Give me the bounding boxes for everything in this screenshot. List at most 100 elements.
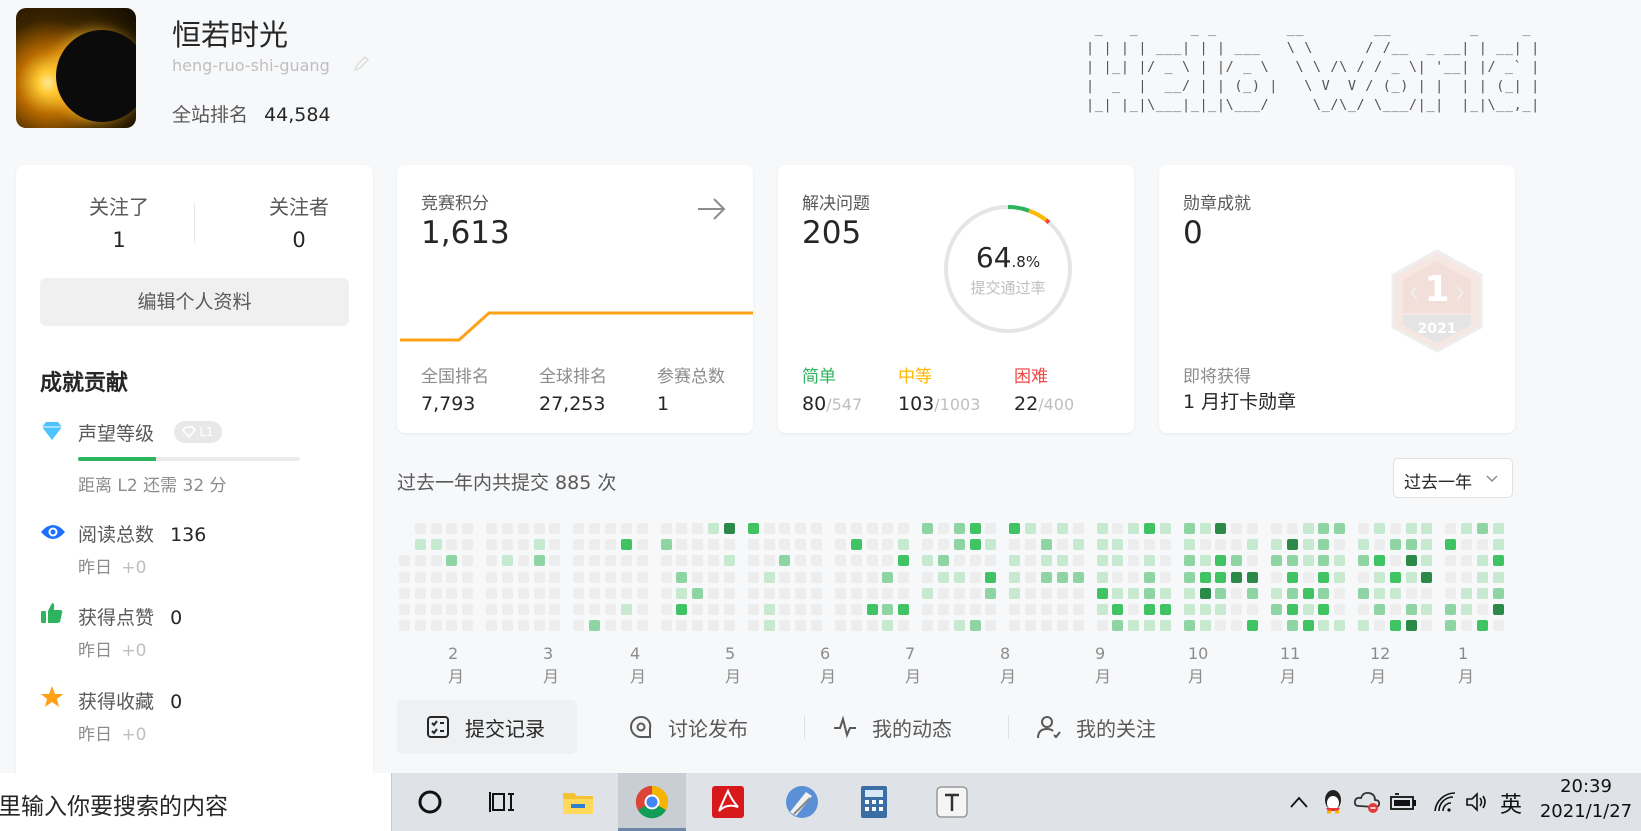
heatmap-cell[interactable] bbox=[882, 571, 894, 583]
heatmap-cell[interactable] bbox=[850, 539, 862, 551]
heatmap-cell[interactable] bbox=[763, 604, 775, 615]
heatmap-cell[interactable] bbox=[1215, 604, 1227, 615]
heatmap-cell[interactable] bbox=[1009, 587, 1021, 599]
heatmap-cell[interactable] bbox=[795, 604, 807, 615]
heatmap-cell[interactable] bbox=[605, 539, 616, 551]
heatmap-cell[interactable] bbox=[1358, 539, 1370, 551]
heatmap-cell[interactable] bbox=[1445, 539, 1457, 551]
heatmap-cell[interactable] bbox=[605, 555, 616, 567]
heatmap-cell[interactable] bbox=[1286, 620, 1298, 632]
heatmap-cell[interactable] bbox=[795, 539, 807, 551]
show-hidden-icons-chevron[interactable] bbox=[1284, 784, 1314, 820]
heatmap-cell[interactable] bbox=[1056, 604, 1068, 615]
heatmap-cell[interactable] bbox=[1056, 620, 1068, 632]
heatmap-cell[interactable] bbox=[1056, 587, 1068, 599]
heatmap-cell[interactable] bbox=[1247, 587, 1258, 599]
heatmap-cell[interactable] bbox=[1072, 539, 1084, 551]
heatmap-cell[interactable] bbox=[1302, 587, 1314, 599]
heatmap-cell[interactable] bbox=[446, 571, 458, 583]
heatmap-cell[interactable] bbox=[922, 604, 934, 615]
heatmap-cell[interactable] bbox=[605, 620, 616, 632]
heatmap-cell[interactable] bbox=[1199, 604, 1211, 615]
heatmap-cell[interactable] bbox=[938, 555, 949, 567]
avatar[interactable] bbox=[16, 8, 136, 128]
qq-tray-icon[interactable] bbox=[1318, 784, 1348, 820]
heatmap-cell[interactable] bbox=[1461, 539, 1473, 551]
edit-name-icon[interactable] bbox=[352, 54, 372, 74]
heatmap-cell[interactable] bbox=[1009, 539, 1021, 551]
heatmap-cell[interactable] bbox=[779, 604, 791, 615]
heatmap-cell[interactable] bbox=[1159, 555, 1171, 567]
heatmap-cell[interactable] bbox=[747, 539, 759, 551]
heatmap-cell[interactable] bbox=[589, 555, 601, 567]
heatmap-cell[interactable] bbox=[573, 539, 585, 551]
heatmap-cell[interactable] bbox=[811, 555, 822, 567]
heatmap-cell[interactable] bbox=[779, 620, 791, 632]
heatmap-cell[interactable] bbox=[747, 587, 759, 599]
heatmap-cell[interactable] bbox=[866, 604, 878, 615]
heatmap-cell[interactable] bbox=[1199, 555, 1211, 567]
heatmap-cell[interactable] bbox=[1128, 587, 1140, 599]
heatmap-cell[interactable] bbox=[636, 604, 648, 615]
heatmap-cell[interactable] bbox=[533, 523, 545, 534]
heatmap-cell[interactable] bbox=[811, 523, 822, 534]
heatmap-cell[interactable] bbox=[517, 555, 529, 567]
heatmap-cell[interactable] bbox=[1445, 555, 1457, 567]
heatmap-cell[interactable] bbox=[1445, 620, 1457, 632]
heatmap-cell[interactable] bbox=[779, 539, 791, 551]
heatmap-cell[interactable] bbox=[573, 620, 585, 632]
edit-profile-button[interactable]: 编辑个人资料 bbox=[40, 278, 349, 326]
heatmap-cell[interactable] bbox=[882, 539, 894, 551]
heatmap-cell[interactable] bbox=[1199, 539, 1211, 551]
heatmap-cell[interactable] bbox=[462, 555, 474, 567]
heatmap-cell[interactable] bbox=[1112, 539, 1124, 551]
heatmap-cell[interactable] bbox=[1421, 555, 1433, 567]
heatmap-cell[interactable] bbox=[985, 555, 997, 567]
heatmap-cell[interactable] bbox=[1231, 620, 1243, 632]
heatmap-cell[interactable] bbox=[1096, 604, 1108, 615]
heatmap-cell[interactable] bbox=[1159, 604, 1171, 615]
heatmap-cell[interactable] bbox=[692, 539, 704, 551]
heatmap-cell[interactable] bbox=[1334, 604, 1346, 615]
heatmap-cell[interactable] bbox=[1183, 523, 1195, 534]
heatmap-cell[interactable] bbox=[866, 587, 878, 599]
heatmap-cell[interactable] bbox=[1318, 571, 1330, 583]
range-select[interactable]: 过去一年 bbox=[1393, 458, 1513, 498]
heatmap-cell[interactable] bbox=[763, 587, 775, 599]
heatmap-cell[interactable] bbox=[1128, 620, 1140, 632]
heatmap-cell[interactable] bbox=[1318, 604, 1330, 615]
cortana-icon[interactable] bbox=[412, 784, 448, 820]
heatmap-cell[interactable] bbox=[1231, 539, 1243, 551]
heatmap-cell[interactable] bbox=[1445, 587, 1457, 599]
heatmap-cell[interactable] bbox=[1286, 604, 1298, 615]
file-explorer-icon[interactable] bbox=[560, 784, 596, 820]
heatmap-cell[interactable] bbox=[589, 571, 601, 583]
heatmap-cell[interactable] bbox=[723, 620, 735, 632]
heatmap-cell[interactable] bbox=[708, 555, 719, 567]
heatmap-cell[interactable] bbox=[1041, 604, 1052, 615]
heatmap-cell[interactable] bbox=[1358, 523, 1370, 534]
heatmap-cell[interactable] bbox=[692, 571, 704, 583]
badges-card[interactable]: 勋章成就 0 1 2021 即将获得 1 月打卡勋章 bbox=[1159, 165, 1515, 433]
heatmap-cell[interactable] bbox=[1389, 555, 1401, 567]
heatmap-cell[interactable] bbox=[835, 571, 846, 583]
heatmap-cell[interactable] bbox=[1477, 571, 1488, 583]
heatmap-cell[interactable] bbox=[549, 587, 561, 599]
heatmap-cell[interactable] bbox=[922, 539, 934, 551]
heatmap-cell[interactable] bbox=[795, 523, 807, 534]
heatmap-cell[interactable] bbox=[1231, 587, 1243, 599]
heatmap-cell[interactable] bbox=[1231, 555, 1243, 567]
heatmap-cell[interactable] bbox=[486, 587, 498, 599]
heatmap-cell[interactable] bbox=[723, 571, 735, 583]
heatmap-cell[interactable] bbox=[1112, 571, 1124, 583]
heatmap-cell[interactable] bbox=[953, 604, 965, 615]
heatmap-cell[interactable] bbox=[811, 571, 822, 583]
heatmap-cell[interactable] bbox=[1159, 571, 1171, 583]
heatmap-cell[interactable] bbox=[1215, 523, 1227, 534]
heatmap-cell[interactable] bbox=[1405, 539, 1417, 551]
heatmap-cell[interactable] bbox=[747, 555, 759, 567]
heatmap-cell[interactable] bbox=[1271, 620, 1282, 632]
heatmap-cell[interactable] bbox=[1041, 523, 1052, 534]
heatmap-cell[interactable] bbox=[1159, 539, 1171, 551]
heatmap-cell[interactable] bbox=[835, 587, 846, 599]
